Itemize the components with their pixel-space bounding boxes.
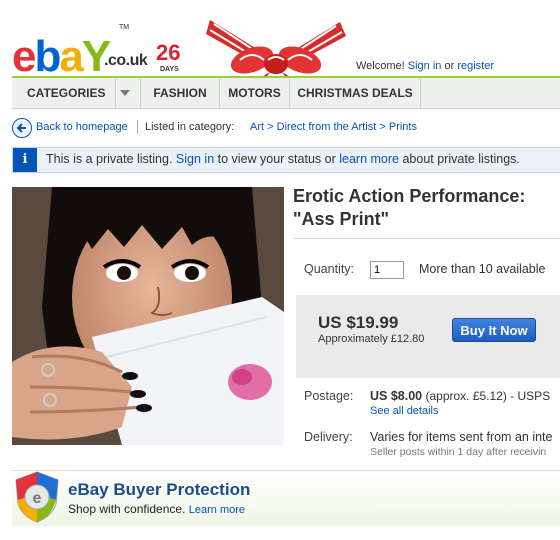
breadcrumb-art[interactable]: Art	[250, 121, 264, 133]
register-link[interactable]: register	[457, 60, 494, 72]
breadcrumb: Art > Direct from the Artist > Prints	[250, 121, 417, 133]
logo-domain: .co.uk	[104, 52, 148, 69]
shield-letter: e	[33, 490, 42, 507]
gift-bow-icon	[206, 20, 346, 78]
approx-price: Approximately £12.80	[318, 333, 425, 345]
back-to-homepage-link[interactable]: Back to homepage	[36, 121, 128, 133]
logo-letter-e: e	[12, 32, 37, 81]
breadcrumb-divider	[137, 120, 138, 134]
sign-in-link[interactable]: Sign in	[408, 60, 442, 72]
breadcrumb-separator: >	[267, 121, 274, 133]
notice-text-3: about private listings.	[402, 152, 520, 166]
quantity-input[interactable]	[370, 261, 404, 279]
logo-letter-b: b	[34, 32, 61, 81]
delivery-label: Delivery:	[304, 430, 353, 444]
welcome-text: Welcome! Sign in or register	[356, 60, 494, 72]
trademark-mark: TM	[119, 24, 130, 31]
welcome-label: Welcome!	[356, 60, 405, 72]
logo-letter-a: a	[59, 32, 84, 81]
notice-text-2: to view your status or	[217, 152, 336, 166]
postage-amount: US $8.00	[370, 389, 423, 403]
nav-fashion[interactable]: FASHION	[141, 78, 220, 108]
see-all-details-link[interactable]: See all details	[370, 405, 439, 417]
listing-title-line2: "Ass Print"	[293, 209, 390, 229]
buy-it-now-button[interactable]: Buy It Now	[452, 318, 536, 342]
shop-with-confidence-text: Shop with confidence.	[68, 502, 186, 516]
nav-categories-label: CATEGORIES	[27, 86, 106, 100]
countdown-days-number: 26	[156, 40, 181, 65]
listing-photo[interactable]	[12, 187, 284, 445]
breadcrumb-direct-from-artist[interactable]: Direct from the Artist	[277, 121, 377, 133]
breadcrumb-prints[interactable]: Prints	[389, 121, 417, 133]
delivery-value: Varies for items sent from an inte	[370, 430, 553, 444]
info-icon: i	[13, 148, 37, 172]
buyer-protection-subtitle: Shop with confidence. Learn more	[68, 502, 245, 516]
quantity-label: Quantity:	[304, 262, 355, 276]
listing-title-line1: Erotic Action Performance:	[293, 186, 526, 206]
postage-label: Postage:	[304, 389, 354, 403]
availability-text: More than 10 available	[419, 262, 546, 276]
chevron-down-icon[interactable]	[120, 90, 130, 96]
postage-details: (approx. £5.12) - USPS	[425, 389, 551, 403]
notice-learn-more-link[interactable]: learn more	[339, 152, 399, 166]
listing-photo-image	[12, 187, 284, 445]
private-listing-notice: i This is a private listing. Sign in to …	[12, 147, 560, 173]
buyer-protection-learn-more-link[interactable]: Learn more	[189, 504, 245, 516]
buyer-protection-shield-icon: e	[15, 471, 59, 523]
category-nav: CATEGORIES FASHION MOTORS CHRISTMAS DEAL…	[12, 76, 560, 109]
back-arrow-icon[interactable]	[12, 118, 32, 138]
countdown-days-label: DAYS	[160, 66, 179, 73]
nav-motors[interactable]: MOTORS	[220, 78, 290, 108]
price: US $19.99	[318, 313, 399, 332]
notice-text-1: This is a private listing.	[46, 152, 173, 166]
private-listing-text: This is a private listing. Sign in to vi…	[46, 152, 520, 166]
postage-value: US $8.00 (approx. £5.12) - USPS	[370, 389, 550, 403]
ebay-logo[interactable]: ebaY	[12, 32, 111, 81]
breadcrumb-separator: >	[379, 121, 386, 133]
price-box: US $19.99 Approximately £12.80 Buy It No…	[296, 295, 560, 378]
delivery-subtext: Seller posts within 1 day after receivin	[370, 446, 547, 458]
nav-christmas-deals[interactable]: CHRISTMAS DEALS	[290, 78, 421, 108]
title-divider	[293, 238, 560, 239]
notice-sign-in-link[interactable]: Sign in	[176, 152, 214, 166]
or-label: or	[444, 60, 455, 72]
listed-in-label: Listed in category:	[145, 121, 235, 133]
buyer-protection-title: eBay Buyer Protection	[68, 480, 251, 499]
nav-categories[interactable]: CATEGORIES	[12, 78, 141, 108]
